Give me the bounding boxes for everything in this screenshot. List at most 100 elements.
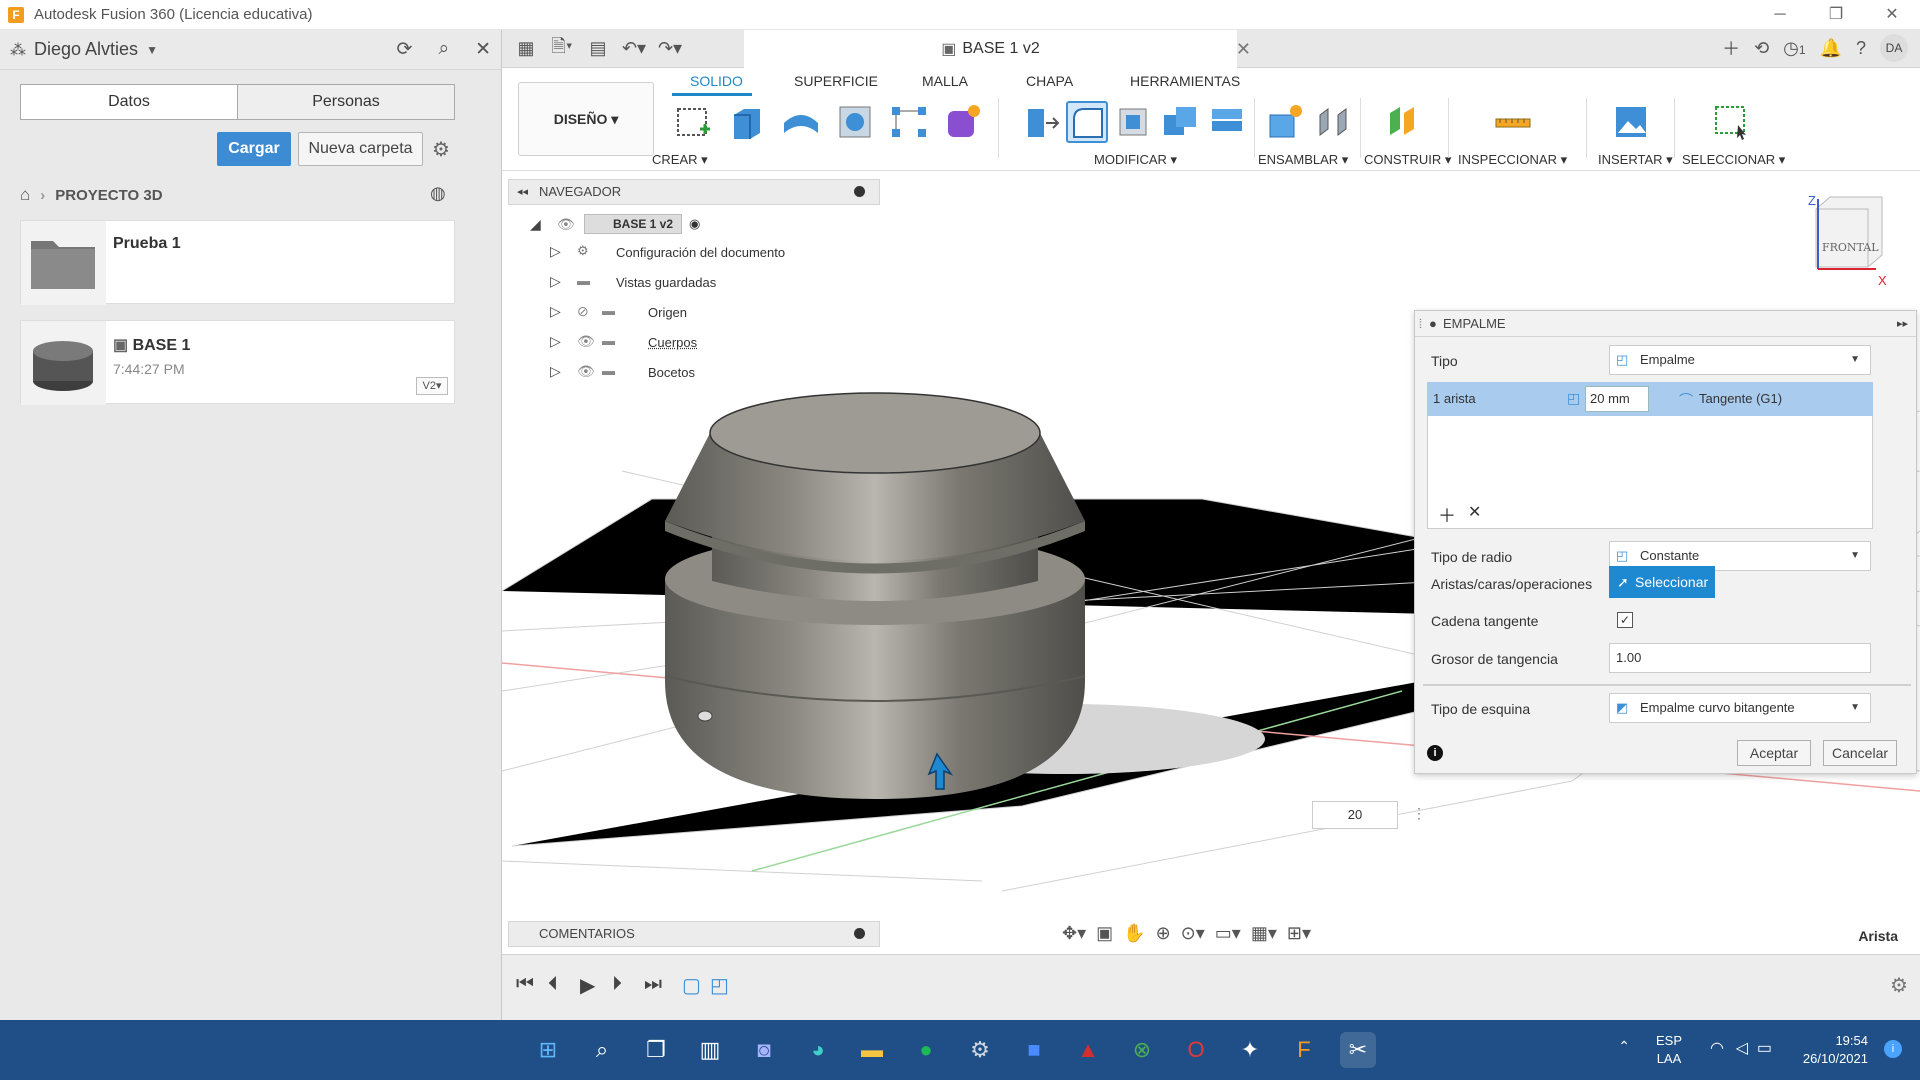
wifi-icon[interactable]: ◠	[1710, 1038, 1724, 1058]
grid-settings-icon[interactable]: ▦▾	[1251, 923, 1277, 944]
tab-solido[interactable]: SOLIDO	[690, 73, 743, 89]
cancel-button[interactable]: Cancelar	[1823, 740, 1897, 766]
tray-chevron-icon[interactable]: ⌃	[1618, 1038, 1630, 1055]
expand-dialog-icon[interactable]: ▸▸	[1897, 311, 1908, 337]
fillet-icon[interactable]	[1066, 101, 1108, 143]
group-seleccionar[interactable]: SELECCIONAR ▾	[1682, 152, 1785, 168]
activate-icon[interactable]: ◉	[689, 216, 700, 232]
save-icon[interactable]: ▤	[580, 38, 616, 59]
task-view-icon[interactable]: ❐	[638, 1032, 674, 1068]
help-icon[interactable]: ?	[1856, 38, 1866, 59]
revolve-icon[interactable]	[780, 101, 822, 143]
combine-icon[interactable]	[1160, 101, 1202, 143]
widgets-icon[interactable]: ▥	[692, 1032, 728, 1068]
viewports-icon[interactable]: ⊞▾	[1287, 923, 1311, 944]
expand-icon[interactable]: ▷	[550, 363, 561, 380]
info-icon[interactable]: i	[1427, 745, 1443, 761]
comments-header[interactable]: COMENTARIOS	[508, 921, 880, 947]
pin-icon[interactable]	[854, 186, 865, 197]
language-indicator[interactable]: ESP LAA	[1656, 1032, 1682, 1068]
list-item[interactable]: ▣ BASE 1 7:44:27 PM V2▾	[20, 320, 455, 405]
version-dropdown[interactable]: V2▾	[416, 377, 448, 395]
group-insertar[interactable]: INSERTAR ▾	[1598, 152, 1673, 168]
browser-node[interactable]: Cuerpos	[648, 335, 697, 350]
chat-icon[interactable]: ◙	[746, 1032, 782, 1068]
scale-icon[interactable]	[1206, 101, 1248, 143]
remove-icon[interactable]: ✕	[1468, 502, 1481, 522]
tangency-weight-input[interactable]: 1.00	[1609, 643, 1871, 673]
globe-icon[interactable]: ◍	[430, 183, 446, 204]
job-status-icon[interactable]: ◷1	[1783, 38, 1805, 59]
go-to-end-icon[interactable]: ⏭	[644, 973, 662, 996]
add-icon[interactable]: ＋	[1438, 502, 1456, 528]
minimize-button[interactable]: ─	[1752, 0, 1808, 30]
start-icon[interactable]: ⊞	[530, 1032, 566, 1068]
extensions-icon[interactable]: ⟲	[1754, 38, 1769, 59]
new-folder-button[interactable]: Nueva carpeta	[298, 132, 423, 166]
search-icon[interactable]: ⌕	[584, 1032, 620, 1068]
xbox-icon[interactable]: ⊗	[1124, 1032, 1160, 1068]
group-crear[interactable]: CREAR ▾	[652, 152, 708, 168]
group-modificar[interactable]: MODIFICAR ▾	[1094, 152, 1177, 168]
expand-icon[interactable]: ▷	[550, 303, 561, 320]
volume-icon[interactable]: ◁	[1736, 1038, 1748, 1058]
upload-button[interactable]: Cargar	[217, 132, 291, 166]
measure-icon[interactable]	[1492, 101, 1534, 143]
expand-icon[interactable]: ▷	[550, 273, 561, 290]
hole-icon[interactable]	[834, 101, 876, 143]
tab-personas[interactable]: Personas	[237, 85, 454, 119]
browser-root[interactable]: BASE 1 v2	[584, 214, 683, 234]
expand-icon[interactable]: ▷	[550, 243, 561, 260]
timeline-settings-icon[interactable]: ⚙	[1890, 973, 1908, 998]
workspace-dropdown[interactable]: DISEÑO ▾	[518, 82, 654, 156]
display-settings-icon[interactable]: ▭▾	[1215, 923, 1241, 944]
step-back-icon[interactable]: ⏴	[548, 973, 558, 996]
close-icon[interactable]: ✕	[475, 38, 491, 61]
dialog-handle-icon[interactable]: ⦙	[1419, 311, 1422, 337]
visibility-icon[interactable]: 👁	[557, 216, 575, 233]
orbit-icon[interactable]: ✥▾	[1062, 923, 1086, 944]
compass-app-icon[interactable]: ✦	[1232, 1032, 1268, 1068]
fit-icon[interactable]: ⊙▾	[1181, 923, 1205, 944]
zoom-app-icon[interactable]: ■	[1016, 1032, 1052, 1068]
user-dropdown[interactable]: Diego Alvties	[34, 39, 138, 60]
group-construir[interactable]: CONSTRUIR ▾	[1364, 152, 1451, 168]
grid-apps-icon[interactable]: ▦	[508, 38, 544, 59]
group-ensamblar[interactable]: ENSAMBLAR ▾	[1258, 152, 1348, 168]
visibility-icon[interactable]: 👁	[577, 333, 595, 350]
shell-icon[interactable]	[1112, 101, 1154, 143]
battery-icon[interactable]: ▭	[1757, 1038, 1772, 1058]
fusion-taskbar-icon[interactable]: F	[1286, 1032, 1322, 1068]
clock[interactable]: 19:54 26/10/2021	[1803, 1032, 1868, 1068]
radius-hud-input[interactable]: 20	[1312, 801, 1398, 829]
breadcrumb-project[interactable]: PROYECTO 3D	[55, 187, 162, 204]
avatar[interactable]: DA	[1880, 34, 1908, 62]
timeline-feature-icon[interactable]: ◰	[710, 973, 729, 998]
new-component-icon[interactable]	[1264, 101, 1306, 143]
edge-selection-row[interactable]: 1 arista ◰ 20 mm ⌒ Tangente (G1)	[1427, 382, 1873, 416]
tab-chapa[interactable]: CHAPA	[1026, 73, 1073, 89]
notification-badge-icon[interactable]: i	[1884, 1040, 1902, 1058]
extrude-icon[interactable]	[726, 101, 768, 143]
radius-input[interactable]: 20 mm	[1585, 386, 1649, 412]
maximize-button[interactable]: ❐	[1808, 0, 1864, 30]
play-icon[interactable]: ▶	[580, 973, 595, 998]
create-sketch-icon[interactable]	[672, 101, 714, 143]
offset-plane-icon[interactable]	[1382, 101, 1424, 143]
collapse-icon[interactable]: ◂◂	[517, 180, 528, 204]
timeline-sketch-icon[interactable]: ▢	[682, 973, 701, 998]
chevron-down-icon[interactable]: ▼	[146, 43, 158, 57]
zoom-icon[interactable]: ⊕	[1156, 923, 1171, 944]
viewcube-face[interactable]: FRONTAL	[1822, 241, 1879, 254]
select-icon[interactable]	[1710, 101, 1752, 143]
tangent-chain-checkbox[interactable]: ✓	[1617, 612, 1633, 628]
browser-node[interactable]: Vistas guardadas	[616, 275, 716, 290]
notifications-icon[interactable]: 🔔	[1820, 38, 1842, 59]
create-form-icon[interactable]	[942, 101, 984, 143]
pan-icon[interactable]: ✋	[1123, 923, 1145, 944]
tab-datos[interactable]: Datos	[21, 85, 237, 119]
browser-header[interactable]: ◂◂ NAVEGADOR	[508, 179, 880, 205]
collapse-root-icon[interactable]: ◢	[530, 216, 541, 233]
file-menu-icon[interactable]: 🗎▾	[544, 34, 580, 64]
look-at-icon[interactable]: ▣	[1096, 923, 1113, 944]
